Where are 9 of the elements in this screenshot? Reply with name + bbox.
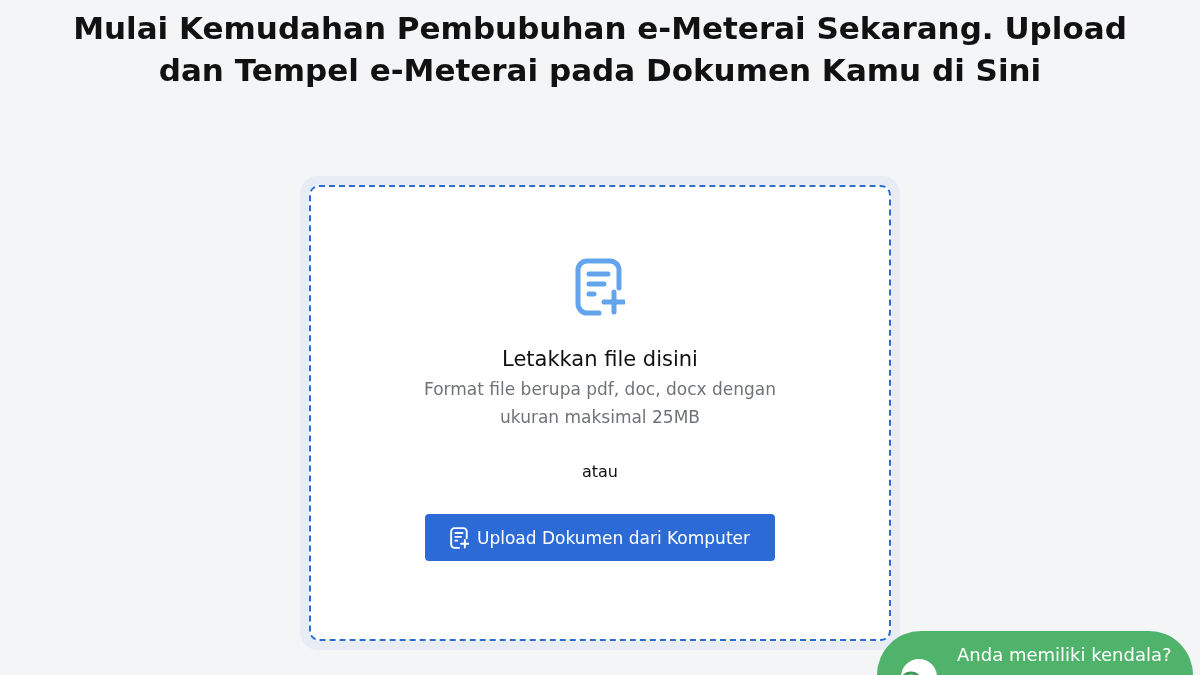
document-add-icon bbox=[450, 526, 469, 549]
file-format-note: Format file berupa pdf, doc, docx dengan ukuran maksimal 25MB bbox=[423, 378, 777, 429]
file-drop-zone[interactable]: Letakkan file disini Format file berupa pdf, doc, docx dengan ukuran maksimal 25MB atau Upload Dokumen dari Komputer bbox=[309, 185, 891, 641]
page-heading: Mulai Kemudahan Pembubuhan e-Meterai Sekarang. Upload dan Tempel e-Meterai pada Dokumen Kamu di Sini bbox=[72, 9, 1128, 90]
help-chat-button[interactable]: Anda memiliki kendala? bbox=[877, 631, 1193, 675]
document-add-icon bbox=[575, 258, 625, 316]
separator-text: atau bbox=[582, 461, 618, 483]
drop-title: Letakkan file disini bbox=[502, 346, 698, 373]
upload-button[interactable]: Upload Dokumen dari Komputer bbox=[425, 514, 775, 561]
